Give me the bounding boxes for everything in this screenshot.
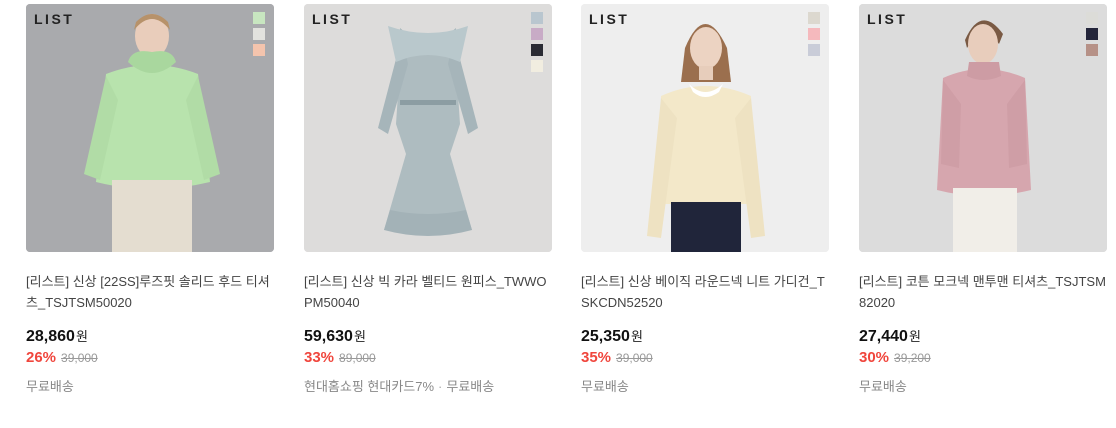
currency-label: 원 [353, 329, 366, 344]
shipping-label: 무료배송 [26, 379, 74, 394]
product-title[interactable]: [리스트] 신상 [22SS]루즈핏 솔리드 후드 티셔츠_TSJTSM5002… [26, 271, 274, 313]
brand-logo: LIST [589, 11, 630, 27]
color-swatch[interactable] [253, 12, 265, 24]
original-price: 39,000 [616, 351, 653, 365]
currency-label: 원 [908, 329, 921, 344]
product-title[interactable]: [리스트] 신상 빅 카라 벨티드 원피스_TWWOPM50040 [304, 271, 552, 313]
color-swatch[interactable] [808, 44, 820, 56]
color-swatch[interactable] [808, 28, 820, 40]
shipping-info: 현대홈쇼핑 현대카드7% · 무료배송 [304, 376, 552, 395]
currency-label: 원 [75, 329, 88, 344]
product-title[interactable]: [리스트] 코튼 모크넥 맨투맨 티셔츠_TSJTSM82020 [859, 271, 1107, 313]
price-row: 59,630원 [304, 326, 552, 348]
dress-photo [304, 4, 552, 252]
discount-rate: 30% [859, 349, 890, 366]
model-photo [859, 4, 1107, 252]
shipping-label: 무료배송 [581, 379, 629, 394]
discount-row: 30% 39,200 [859, 349, 1107, 369]
product-card[interactable]: LIST [리스트] 신상 베이직 라운드넥 니트 가디건_TSKCDN5252… [581, 4, 829, 395]
product-image[interactable]: LIST [26, 4, 274, 252]
shipping-info: 무료배송 [859, 376, 1107, 395]
color-swatches [808, 12, 820, 60]
product-card[interactable]: LIST [리스트] 신상 [22SS]루즈핏 솔리드 후드 티셔츠_TSJTS… [26, 4, 274, 395]
model-photo [581, 4, 829, 252]
discount-rate: 26% [26, 349, 57, 366]
separator-dot: · [438, 379, 443, 394]
color-swatch[interactable] [808, 12, 820, 24]
color-swatch[interactable] [531, 12, 543, 24]
color-swatches [531, 12, 543, 76]
currency-label: 원 [630, 329, 643, 344]
product-image[interactable]: LIST [304, 4, 552, 252]
sale-price: 25,350 [581, 328, 630, 345]
discount-rate: 33% [304, 349, 335, 366]
brand-logo: LIST [312, 11, 353, 27]
sale-price: 27,440 [859, 328, 908, 345]
color-swatch[interactable] [531, 60, 543, 72]
product-image[interactable]: LIST [859, 4, 1107, 252]
discount-row: 35% 39,000 [581, 349, 829, 369]
color-swatch[interactable] [253, 28, 265, 40]
brand-logo: LIST [867, 11, 908, 27]
model-photo [26, 4, 274, 252]
product-card[interactable]: LIST [리스트] 코튼 모크넥 맨투맨 티셔츠_TSJTSM82020 27… [859, 4, 1107, 395]
color-swatches [253, 12, 265, 60]
original-price: 89,000 [339, 351, 376, 365]
card-benefit-label: 현대홈쇼핑 현대카드7% [304, 379, 435, 394]
original-price: 39,200 [894, 351, 931, 365]
shipping-label: 무료배송 [446, 379, 495, 394]
color-swatch[interactable] [1086, 44, 1098, 56]
price-row: 25,350원 [581, 326, 829, 348]
product-image[interactable]: LIST [581, 4, 829, 252]
price-row: 27,440원 [859, 326, 1107, 348]
sale-price: 28,860 [26, 328, 75, 345]
shipping-info: 무료배송 [26, 376, 274, 395]
discount-rate: 35% [581, 349, 612, 366]
discount-row: 33% 89,000 [304, 349, 552, 369]
product-card[interactable]: LIST [리스트] 신상 빅 카라 벨티드 원피스_TWWOPM50040 5… [304, 4, 552, 395]
original-price: 39,000 [61, 351, 98, 365]
color-swatch[interactable] [1086, 28, 1098, 40]
sale-price: 59,630 [304, 328, 353, 345]
discount-row: 26% 39,000 [26, 349, 274, 369]
product-title[interactable]: [리스트] 신상 베이직 라운드넥 니트 가디건_TSKCDN52520 [581, 271, 829, 313]
color-swatches [1086, 12, 1098, 60]
price-row: 28,860원 [26, 326, 274, 348]
color-swatch[interactable] [531, 28, 543, 40]
shipping-info: 무료배송 [581, 376, 829, 395]
color-swatch[interactable] [1086, 12, 1098, 24]
shipping-label: 무료배송 [859, 379, 907, 394]
color-swatch[interactable] [531, 44, 543, 56]
color-swatch[interactable] [253, 44, 265, 56]
brand-logo: LIST [34, 11, 75, 27]
